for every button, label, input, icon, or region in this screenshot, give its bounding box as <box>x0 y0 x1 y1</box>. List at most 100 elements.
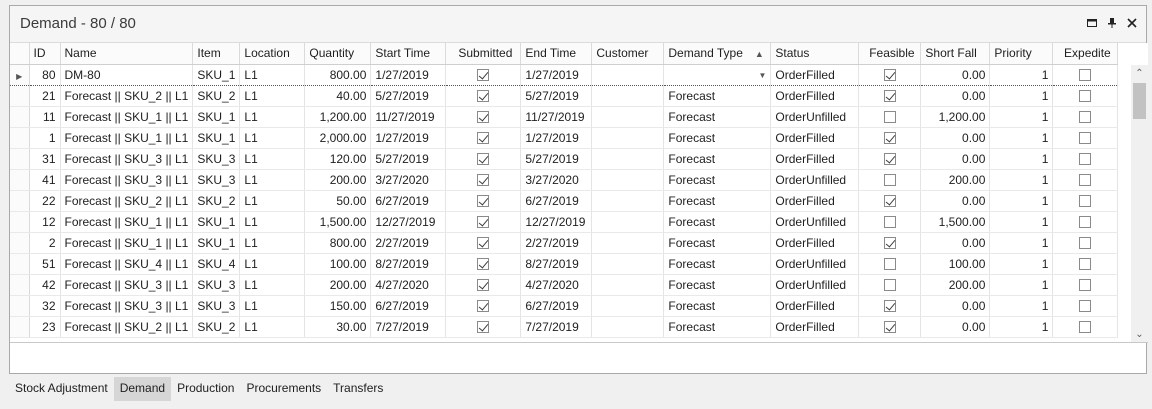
expedite-checkbox[interactable] <box>1079 258 1092 271</box>
cell-status[interactable]: OrderUnfilled <box>770 253 860 275</box>
cell-expedite[interactable] <box>1052 190 1119 212</box>
cell-shortfall[interactable]: 0.00 <box>920 295 991 317</box>
cell-name[interactable]: Forecast || SKU_2 || L1 <box>60 190 194 212</box>
cell-submitted[interactable] <box>445 316 522 338</box>
feasible-checkbox[interactable] <box>883 69 896 82</box>
row-indicator[interactable] <box>10 211 30 233</box>
cell-item[interactable]: SKU_2 <box>192 190 241 212</box>
column-header-item[interactable]: Item <box>192 43 241 65</box>
cell-priority[interactable]: 1 <box>989 169 1054 191</box>
cell-submitted[interactable] <box>445 127 522 149</box>
cell-start[interactable]: 6/27/2019 <box>370 295 447 317</box>
tab-production[interactable]: Production <box>171 377 240 401</box>
cell-start[interactable]: 2/27/2019 <box>370 232 447 254</box>
table-row[interactable]: 41 Forecast || SKU_3 || L1 SKU_3 L1 200.00 3/… <box>10 169 1119 191</box>
expedite-checkbox[interactable] <box>1079 279 1092 292</box>
feasible-checkbox[interactable] <box>883 279 896 292</box>
table-row[interactable]: 1 Forecast || SKU_1 || L1 SKU_1 L1 2,000.00 1… <box>10 127 1119 149</box>
cell-name[interactable]: Forecast || SKU_1 || L1 <box>60 106 194 128</box>
row-indicator[interactable] <box>10 274 30 296</box>
cell-start[interactable]: 5/27/2019 <box>370 148 447 170</box>
cell-status[interactable]: OrderFilled <box>770 85 860 107</box>
cell-location[interactable]: L1 <box>239 63 306 86</box>
table-row[interactable]: 23 Forecast || SKU_2 || L1 SKU_2 L1 30.00 7/2… <box>10 316 1119 338</box>
cell-priority[interactable]: 1 <box>989 295 1054 317</box>
cell-item[interactable]: SKU_3 <box>192 274 241 296</box>
expedite-checkbox[interactable] <box>1079 111 1092 124</box>
cell-name[interactable]: Forecast || SKU_2 || L1 <box>60 85 194 107</box>
cell-type[interactable]: Forecast <box>663 127 772 149</box>
row-indicator[interactable] <box>10 253 30 275</box>
row-indicator[interactable] <box>10 148 30 170</box>
cell-quantity[interactable]: 40.00 <box>304 85 372 107</box>
row-indicator[interactable] <box>10 232 30 254</box>
cell-feasible[interactable] <box>858 148 922 170</box>
cell-quantity[interactable]: 2,000.00 <box>304 127 372 149</box>
cell-location[interactable]: L1 <box>239 190 306 212</box>
cell-expedite[interactable] <box>1052 127 1119 149</box>
cell-customer[interactable] <box>591 211 665 233</box>
cell-name[interactable]: Forecast || SKU_3 || L1 <box>60 295 194 317</box>
feasible-checkbox[interactable] <box>883 174 896 187</box>
cell-quantity[interactable]: 800.00 <box>304 63 372 86</box>
cell-end[interactable]: 1/27/2019 <box>520 63 593 86</box>
cell-submitted[interactable] <box>445 63 522 86</box>
cell-feasible[interactable] <box>858 169 922 191</box>
cell-feasible[interactable] <box>858 274 922 296</box>
expedite-checkbox[interactable] <box>1079 90 1092 103</box>
row-indicator[interactable] <box>10 316 30 338</box>
feasible-checkbox[interactable] <box>883 195 896 208</box>
table-row[interactable]: 12 Forecast || SKU_1 || L1 SKU_1 L1 1,500.00… <box>10 211 1119 233</box>
submitted-checkbox[interactable] <box>477 69 490 82</box>
table-row[interactable]: ▶ 80 DM-80 SKU_1 L1 800.00 1/27/2019 1/27/2019 ▼… <box>10 63 1119 86</box>
cell-item[interactable]: SKU_2 <box>192 316 241 338</box>
cell-start[interactable]: 8/27/2019 <box>370 253 447 275</box>
cell-expedite[interactable] <box>1052 232 1119 254</box>
cell-customer[interactable] <box>591 232 665 254</box>
cell-id[interactable]: 41 <box>29 169 61 191</box>
submitted-checkbox[interactable] <box>477 132 490 145</box>
maximize-icon[interactable] <box>1086 16 1098 30</box>
cell-customer[interactable] <box>591 63 665 86</box>
cell-id[interactable]: 80 <box>29 63 61 86</box>
cell-feasible[interactable] <box>858 190 922 212</box>
cell-shortfall[interactable]: 0.00 <box>920 127 991 149</box>
cell-end[interactable]: 12/27/2019 <box>520 211 593 233</box>
cell-id[interactable]: 12 <box>29 211 61 233</box>
feasible-checkbox[interactable] <box>883 258 896 271</box>
cell-id[interactable]: 42 <box>29 274 61 296</box>
cell-feasible[interactable] <box>858 106 922 128</box>
dropdown-arrow-icon[interactable]: ▼ <box>758 71 766 80</box>
cell-start[interactable]: 4/27/2020 <box>370 274 447 296</box>
column-header-status[interactable]: Status <box>770 43 860 65</box>
cell-end[interactable]: 11/27/2019 <box>520 106 593 128</box>
cell-quantity[interactable]: 1,500.00 <box>304 211 372 233</box>
cell-expedite[interactable] <box>1052 253 1119 275</box>
cell-quantity[interactable]: 200.00 <box>304 169 372 191</box>
cell-quantity[interactable]: 30.00 <box>304 316 372 338</box>
tab-stock-adjustment[interactable]: Stock Adjustment <box>9 377 114 401</box>
cell-type[interactable]: Forecast <box>663 232 772 254</box>
cell-expedite[interactable] <box>1052 316 1119 338</box>
tab-procurements[interactable]: Procurements <box>240 377 327 401</box>
cell-shortfall[interactable]: 0.00 <box>920 85 991 107</box>
column-header-expedite[interactable]: Expedite <box>1052 43 1119 65</box>
cell-item[interactable]: SKU_1 <box>192 127 241 149</box>
cell-customer[interactable] <box>591 274 665 296</box>
pin-icon[interactable] <box>1106 16 1118 30</box>
close-icon[interactable] <box>1126 16 1138 30</box>
cell-expedite[interactable] <box>1052 274 1119 296</box>
tab-demand[interactable]: Demand <box>113 377 172 401</box>
cell-status[interactable]: OrderUnfilled <box>770 169 860 191</box>
cell-quantity[interactable]: 120.00 <box>304 148 372 170</box>
cell-end[interactable]: 8/27/2019 <box>520 253 593 275</box>
cell-priority[interactable]: 1 <box>989 106 1054 128</box>
submitted-checkbox[interactable] <box>477 258 490 271</box>
column-header-id[interactable]: ID <box>29 43 61 65</box>
submitted-checkbox[interactable] <box>477 111 490 124</box>
cell-shortfall[interactable]: 0.00 <box>920 63 991 86</box>
cell-item[interactable]: SKU_4 <box>192 253 241 275</box>
cell-name[interactable]: Forecast || SKU_3 || L1 <box>60 148 194 170</box>
cell-feasible[interactable] <box>858 127 922 149</box>
cell-expedite[interactable] <box>1052 211 1119 233</box>
